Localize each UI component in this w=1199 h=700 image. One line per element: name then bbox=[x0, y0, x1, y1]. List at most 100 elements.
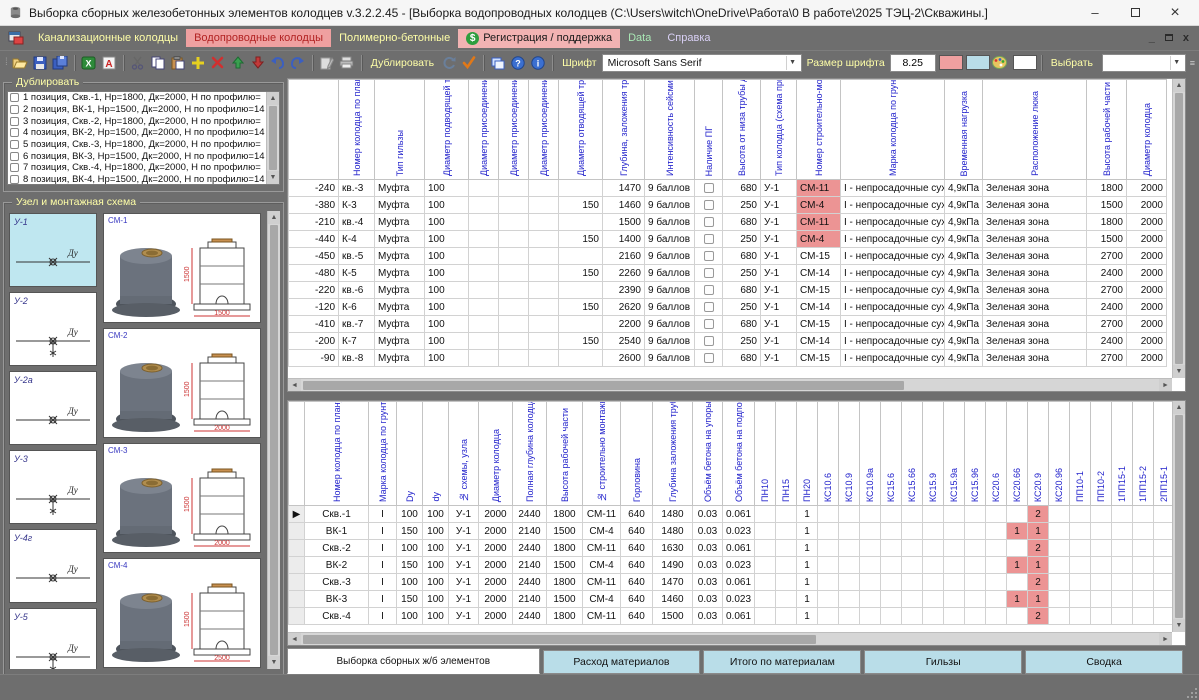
cell[interactable]: I bbox=[369, 506, 397, 523]
cell[interactable]: У-1 bbox=[761, 248, 797, 265]
cell[interactable]: 1460 bbox=[653, 591, 693, 608]
print-icon[interactable] bbox=[338, 54, 356, 72]
column-header[interactable]: Тип колодца (схема присоединения| bbox=[761, 80, 797, 180]
column-header[interactable]: ПН10 bbox=[755, 402, 776, 506]
cell[interactable] bbox=[529, 197, 559, 214]
scroll-thumb[interactable] bbox=[1175, 93, 1183, 364]
checkbox[interactable] bbox=[704, 336, 714, 346]
cell[interactable]: СМ-4 bbox=[583, 523, 621, 540]
menu-item-1[interactable]: Канализационные колодцы bbox=[30, 29, 186, 47]
cell[interactable]: Зеленая зона bbox=[983, 231, 1087, 248]
sm-card-СМ-1[interactable]: СМ-115001500 bbox=[103, 213, 261, 323]
chevron-down-icon[interactable]: ▼ bbox=[786, 56, 799, 70]
menu-item-6[interactable]: Справка bbox=[659, 29, 718, 47]
cell[interactable]: 100 bbox=[423, 591, 449, 608]
cell[interactable]: 680 bbox=[723, 214, 761, 231]
cell[interactable] bbox=[469, 316, 499, 333]
cell[interactable]: У-1 bbox=[761, 333, 797, 350]
cell[interactable]: -200 bbox=[289, 333, 339, 350]
scroll-down-icon[interactable]: ▼ bbox=[1173, 619, 1185, 632]
menu-item-5[interactable]: Data bbox=[620, 29, 659, 47]
checkbox[interactable] bbox=[704, 268, 714, 278]
scroll-up-icon[interactable]: ▲ bbox=[268, 211, 280, 224]
cell[interactable]: 1800 bbox=[1087, 214, 1127, 231]
cell[interactable]: 100 bbox=[397, 608, 423, 625]
cell[interactable]: Муфта bbox=[375, 214, 425, 231]
cell[interactable] bbox=[923, 540, 944, 557]
cell[interactable]: Муфта bbox=[375, 180, 425, 197]
column-header[interactable]: ПН20 bbox=[797, 402, 818, 506]
toolbar-grip[interactable]: ⁞ bbox=[5, 57, 7, 68]
cell[interactable] bbox=[965, 608, 986, 625]
cell[interactable]: кв.-8 bbox=[339, 350, 375, 367]
cell[interactable] bbox=[839, 540, 860, 557]
cell[interactable]: Муфта bbox=[375, 316, 425, 333]
column-header[interactable]: Высота рабочей части bbox=[1087, 80, 1127, 180]
cell[interactable]: 2200 bbox=[603, 316, 645, 333]
cell[interactable]: 100 bbox=[423, 540, 449, 557]
cell[interactable] bbox=[923, 523, 944, 540]
cell[interactable] bbox=[860, 557, 881, 574]
cell[interactable]: 1490 bbox=[653, 557, 693, 574]
cell[interactable] bbox=[499, 197, 529, 214]
cell[interactable] bbox=[923, 591, 944, 608]
cell[interactable] bbox=[1049, 574, 1070, 591]
cell[interactable] bbox=[1112, 506, 1133, 523]
checkbox[interactable] bbox=[10, 140, 19, 149]
cell[interactable] bbox=[776, 557, 797, 574]
cell[interactable] bbox=[469, 333, 499, 350]
uzel-vertical-scrollbar[interactable]: ▲ ▼ bbox=[267, 211, 280, 669]
cell[interactable] bbox=[695, 316, 723, 333]
cell[interactable] bbox=[1091, 591, 1112, 608]
cell[interactable] bbox=[559, 350, 603, 367]
cell[interactable]: 100 bbox=[425, 282, 469, 299]
cell[interactable]: Скв.-2 bbox=[305, 540, 369, 557]
column-header[interactable]: Высота от низа трубы до дна колодца bbox=[723, 80, 761, 180]
cell[interactable] bbox=[499, 316, 529, 333]
scroll-up-icon[interactable]: ▲ bbox=[267, 92, 279, 105]
cell[interactable] bbox=[986, 608, 1007, 625]
cell[interactable]: кв.-7 bbox=[339, 316, 375, 333]
cell[interactable]: 1500 bbox=[1087, 197, 1127, 214]
cell[interactable]: 2000 bbox=[1127, 299, 1167, 316]
close-button[interactable]: × bbox=[1155, 1, 1195, 25]
bottom-grid-hscrollbar[interactable]: ◄ ► bbox=[288, 632, 1172, 645]
cell[interactable]: 1 bbox=[1007, 591, 1028, 608]
select-combobox[interactable]: ▼ bbox=[1102, 54, 1186, 72]
checkbox[interactable] bbox=[704, 217, 714, 227]
cell[interactable] bbox=[695, 248, 723, 265]
column-header[interactable]: ПН15 bbox=[776, 402, 797, 506]
cell[interactable]: 680 bbox=[723, 282, 761, 299]
column-header[interactable]: № строительно монтажной схемы bbox=[583, 402, 621, 506]
autocad-icon[interactable]: A bbox=[100, 54, 118, 72]
cell[interactable] bbox=[755, 557, 776, 574]
cell[interactable]: 100 bbox=[425, 248, 469, 265]
layers-icon[interactable] bbox=[489, 54, 507, 72]
cell[interactable] bbox=[499, 299, 529, 316]
cell[interactable]: 9 баллов bbox=[645, 316, 695, 333]
cell[interactable]: 1470 bbox=[603, 180, 645, 197]
cell[interactable]: кв.-5 bbox=[339, 248, 375, 265]
cell[interactable]: Зеленая зона bbox=[983, 316, 1087, 333]
cell[interactable]: У-1 bbox=[761, 197, 797, 214]
cell[interactable]: Зеленая зона bbox=[983, 299, 1087, 316]
cell[interactable]: 1 bbox=[1007, 557, 1028, 574]
cell[interactable]: 150 bbox=[397, 591, 423, 608]
cell[interactable] bbox=[776, 523, 797, 540]
resize-grip-icon[interactable] bbox=[1185, 686, 1197, 698]
cell[interactable]: СМ-15 bbox=[797, 248, 841, 265]
redo-icon[interactable] bbox=[289, 54, 307, 72]
cell[interactable] bbox=[499, 248, 529, 265]
cell[interactable]: 2440 bbox=[513, 506, 547, 523]
cell[interactable] bbox=[965, 557, 986, 574]
cell[interactable]: I bbox=[369, 591, 397, 608]
cell[interactable] bbox=[965, 574, 986, 591]
column-header[interactable]: КС20.96 bbox=[1049, 402, 1070, 506]
open-folder-icon[interactable] bbox=[11, 54, 29, 72]
cell[interactable] bbox=[1091, 557, 1112, 574]
cell[interactable] bbox=[860, 574, 881, 591]
cell[interactable]: 1500 bbox=[1087, 231, 1127, 248]
cell[interactable]: 2390 bbox=[603, 282, 645, 299]
cell[interactable]: 2 bbox=[1028, 506, 1049, 523]
column-header[interactable]: Полная глубина колодца bbox=[513, 402, 547, 506]
